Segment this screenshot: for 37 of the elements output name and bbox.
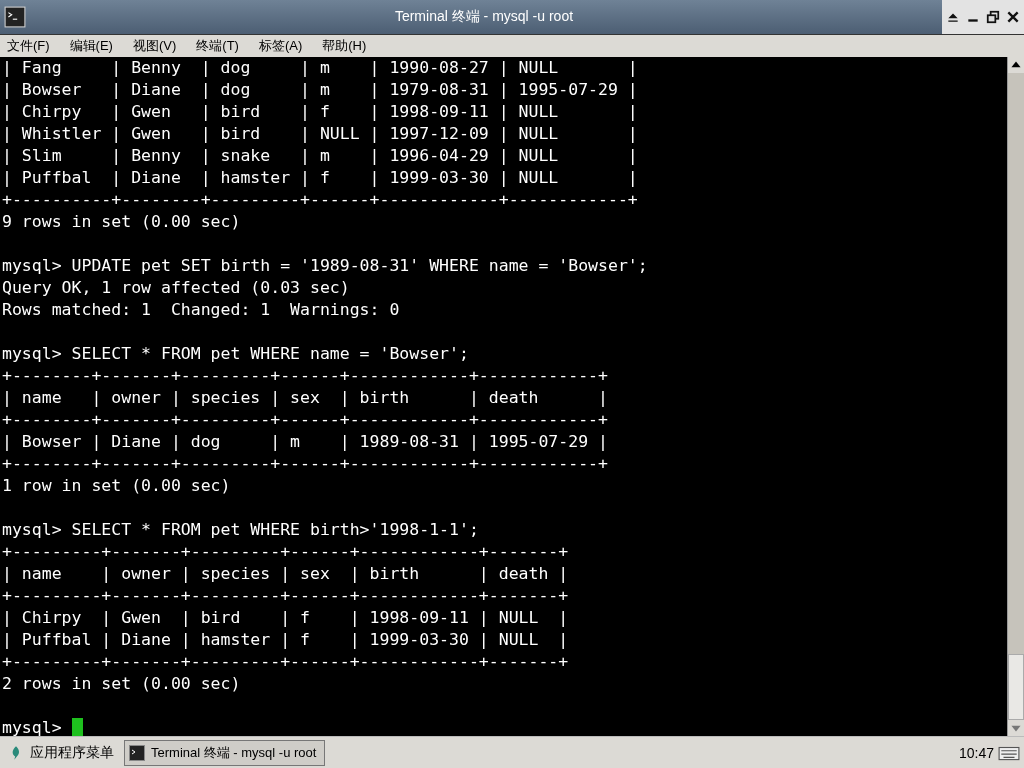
terminal-line: | name | owner | species | sex | birth | death | (2, 387, 609, 409)
menu-item[interactable]: 编辑(E) (66, 36, 116, 55)
terminal-line: mysql> SELECT * FROM pet WHERE name = 'Bowser'; (2, 343, 470, 365)
terminal-line: +----------+--------+---------+------+------------+------------+ (2, 189, 639, 211)
terminal-line: 2 rows in set (0.00 sec) (2, 673, 242, 695)
terminal-line: | Slim | Benny | snake | m | 1996-04-29 | NULL | (2, 145, 639, 167)
terminal-line: | Bowser | Diane | dog | m | 1979-08-31 | 1995-07-29 | (2, 79, 639, 101)
window-title: Terminal 终端 - mysql -u root (393, 8, 575, 26)
start-menu-button[interactable]: 应用程序菜单 (4, 741, 120, 764)
terminal-line: | Puffbal | Diane | hamster | f | 1999-03-30 | NULL | (2, 167, 639, 189)
terminal-line: 9 rows in set (0.00 sec) (2, 211, 242, 233)
taskbar-task[interactable]: Terminal 终端 - mysql -u root (124, 739, 326, 766)
terminal-line: | Fang | Benny | dog | m | 1990-08-27 | NULL | (2, 57, 639, 79)
terminal-line: | Puffbal | Diane | hamster | f | 1999-03-30 | NULL | (2, 629, 570, 651)
terminal-line: Query OK, 1 row affected (0.03 sec) (2, 277, 351, 299)
terminal-line: | name | owner | species | sex | birth | death | (2, 563, 570, 585)
clock: 10:47 (958, 744, 994, 761)
terminal-line: mysql> UPDATE pet SET birth = '1989-08-31' WHERE name = 'Bowser'; (2, 255, 649, 277)
terminal-line: Rows matched: 1 Changed: 1 Warnings: 0 (2, 299, 401, 321)
terminal-line: mysql> SELECT * FROM pet WHERE birth>'1998-1-1'; (2, 519, 480, 541)
terminal-line: +---------+-------+---------+------+------------+-------+ (2, 541, 570, 563)
menu-item[interactable]: 文件(F) (4, 36, 53, 55)
terminal-line: | Chirpy | Gwen | bird | f | 1998-09-11 | NULL | (2, 607, 570, 629)
terminal-prompt: mysql> (2, 717, 63, 736)
menu-item[interactable]: 帮助(H) (319, 36, 370, 55)
terminal-line: +---------+-------+---------+------+------------+-------+ (2, 585, 570, 607)
terminal-line: | Chirpy | Gwen | bird | f | 1998-09-11 | NULL | (2, 101, 639, 123)
terminal-line: | Whistler | Gwen | bird | NULL | 1997-12-09 | NULL | (2, 123, 639, 145)
terminal-line: | Bowser | Diane | dog | m | 1989-08-31 | 1995-07-29 | (2, 431, 609, 453)
terminal-line: 1 row in set (0.00 sec) (2, 475, 232, 497)
terminal-line: +--------+-------+---------+------+------------+------------+ (2, 409, 609, 431)
terminal-line: +--------+-------+---------+------+------------+------------+ (2, 365, 609, 387)
terminal-line: +---------+-------+---------+------+------------+-------+ (2, 651, 570, 673)
menu-item[interactable]: 标签(A) (255, 36, 306, 55)
menu-item[interactable]: 终端(T) (193, 36, 242, 55)
menu-item[interactable]: 视图(V) (129, 36, 180, 55)
terminal-line: +--------+-------+---------+------+------------+------------+ (2, 453, 609, 475)
